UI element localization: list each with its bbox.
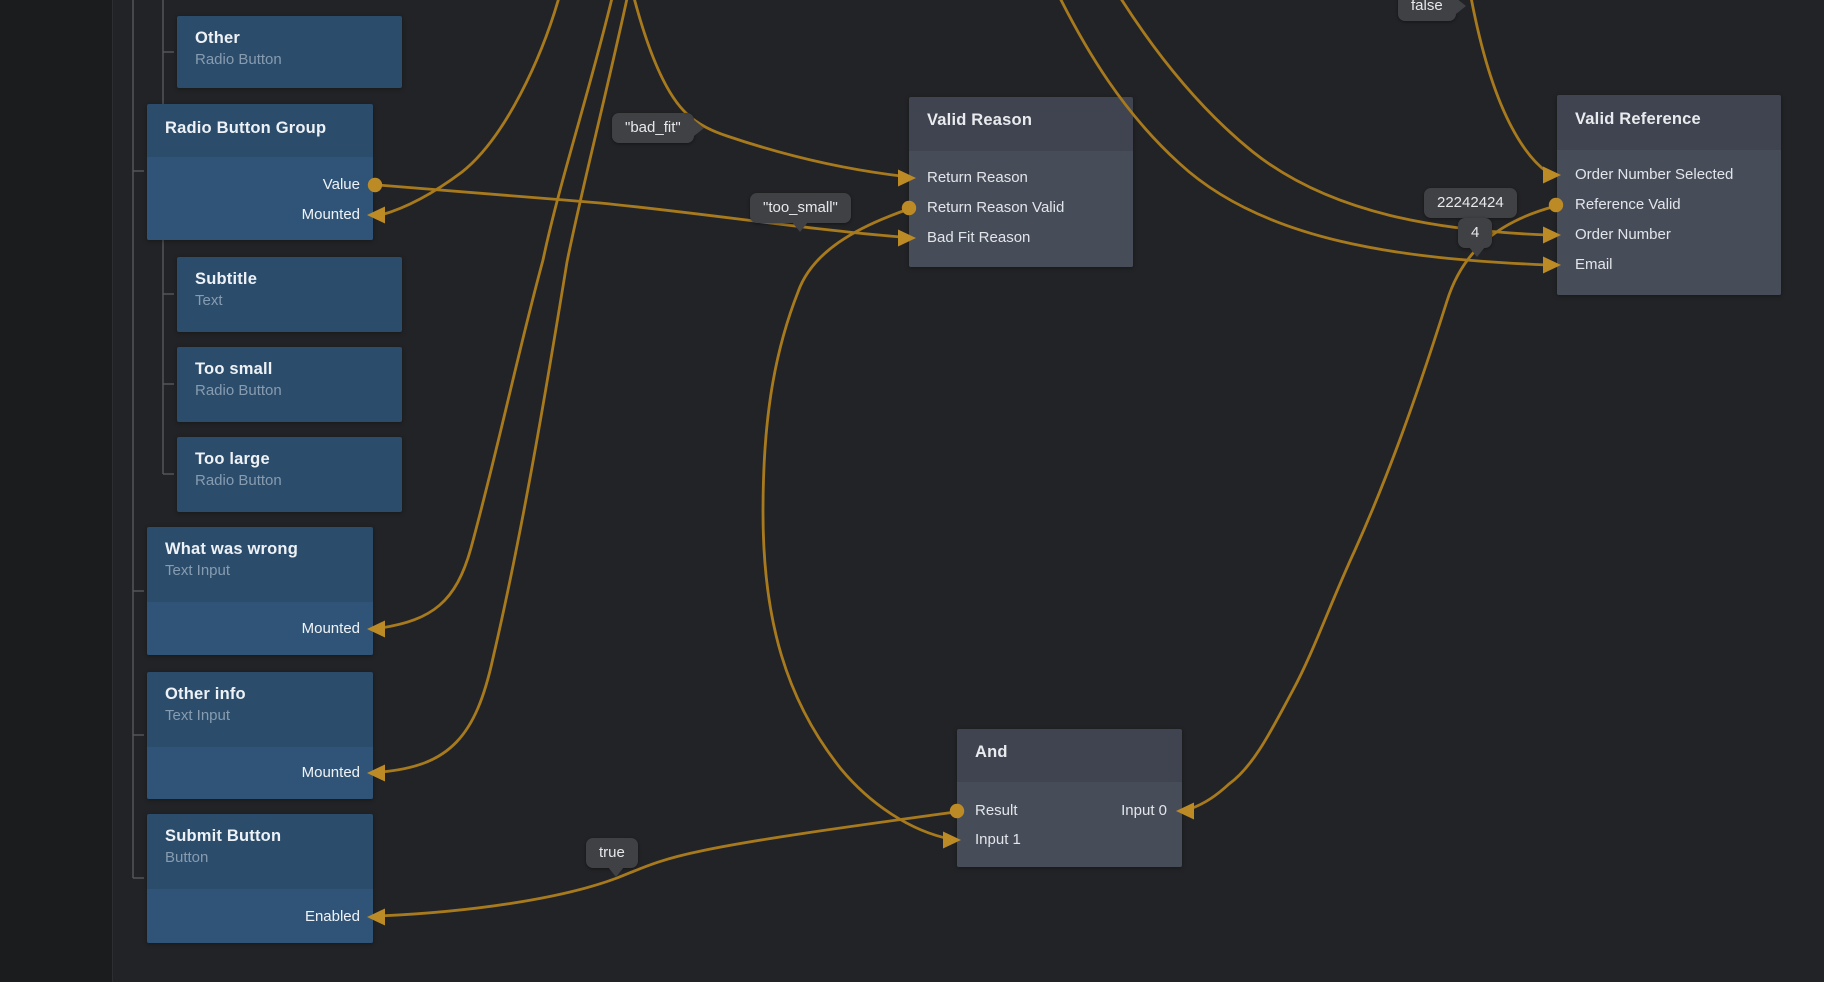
- port-label: Input 1: [975, 831, 1021, 848]
- node-type-label: Text Input: [165, 707, 355, 724]
- node-header: Other Radio Button: [177, 16, 402, 68]
- node-title: Submit Button: [165, 827, 355, 846]
- port-order-number[interactable]: Order Number: [1557, 220, 1781, 250]
- node-header: Other info Text Input: [147, 672, 373, 724]
- wire-value-tooltip-false: false: [1398, 0, 1456, 21]
- node-radio-button-group[interactable]: Radio Button Group Value Mounted: [147, 104, 373, 240]
- wire-value-text: 4: [1471, 224, 1479, 241]
- wire-value-tooltip-too-small: "too_small": [750, 193, 851, 223]
- node-title: Radio Button Group: [165, 119, 355, 138]
- wire-to-radio-group-mounted[interactable]: [381, 0, 560, 215]
- node-header: Too large Radio Button: [177, 437, 402, 489]
- wire-value-text: true: [599, 844, 625, 861]
- node-title: Too small: [195, 360, 384, 379]
- node-title: What was wrong: [165, 540, 355, 559]
- node-type-label: Radio Button: [195, 472, 384, 489]
- port-enabled[interactable]: Enabled: [147, 902, 373, 932]
- tooltip-tail: [1456, 0, 1466, 14]
- wire-to-what-was-wrong-mounted[interactable]: [381, 0, 613, 628]
- port-label: Input 0: [1121, 802, 1167, 819]
- node-subtitle-text[interactable]: Subtitle Text: [177, 257, 402, 332]
- wire-reference-valid-to-and-input-0[interactable]: [1190, 206, 1556, 809]
- wire-value-tooltip-bad-fit: "bad_fit": [612, 113, 694, 143]
- port-bad-fit-reason[interactable]: Bad Fit Reason: [909, 223, 1133, 253]
- node-title: Valid Reason: [927, 111, 1115, 130]
- node-header: Too small Radio Button: [177, 347, 402, 399]
- wire-result-to-submit-enabled[interactable]: [379, 812, 955, 916]
- wire-value-text: "bad_fit": [625, 119, 681, 136]
- wire-value-tooltip-order-number: 22242424: [1424, 188, 1517, 218]
- node-title: Other: [195, 29, 384, 48]
- wire-value-tooltip-true: true: [586, 838, 638, 868]
- node-other-info[interactable]: Other info Text Input Mounted: [147, 672, 373, 799]
- wire-value-tooltip-email: 4: [1458, 218, 1492, 248]
- port-label: Mounted: [302, 764, 360, 781]
- port-label: Order Number Selected: [1575, 166, 1733, 183]
- node-too-small-radio-button[interactable]: Too small Radio Button: [177, 347, 402, 422]
- port-mounted[interactable]: Mounted: [147, 614, 373, 644]
- node-type-label: Button: [165, 849, 355, 866]
- wire-to-other-info-mounted[interactable]: [381, 0, 628, 772]
- wire-value-text: "too_small": [763, 199, 838, 216]
- port-return-reason-valid[interactable]: Return Reason Valid: [909, 193, 1133, 223]
- node-title: Subtitle: [195, 270, 384, 289]
- node-header: What was wrong Text Input: [147, 527, 373, 579]
- wire-value-text: 22242424: [1437, 194, 1504, 211]
- tooltip-tail: [608, 867, 624, 877]
- port-email[interactable]: Email: [1557, 250, 1781, 280]
- node-header: Subtitle Text: [177, 257, 402, 309]
- wire-return-reason-valid-to-and-input-1[interactable]: [763, 209, 950, 839]
- node-graph-canvas[interactable]: Other Radio Button Radio Button Group Va…: [0, 0, 1824, 982]
- left-panel-edge: [0, 0, 113, 982]
- port-label: Return Reason Valid: [927, 199, 1064, 216]
- node-title: Valid Reference: [1575, 110, 1763, 129]
- node-header: Submit Button Button: [147, 814, 373, 866]
- node-header: Valid Reference: [1557, 95, 1781, 129]
- node-title: Other info: [165, 685, 355, 704]
- port-input-1[interactable]: Input 1: [957, 825, 1182, 855]
- node-type-label: Text Input: [165, 562, 355, 579]
- port-reference-valid[interactable]: Reference Valid: [1557, 190, 1781, 220]
- node-valid-reference[interactable]: Valid Reference Order Number Selected Re…: [1557, 95, 1781, 295]
- port-label: Mounted: [302, 620, 360, 637]
- wire-false-to-order-number-selected[interactable]: [1470, 0, 1547, 172]
- wire-value-text: false: [1411, 0, 1443, 14]
- port-label: Order Number: [1575, 226, 1671, 243]
- port-mounted[interactable]: Mounted: [147, 200, 373, 230]
- tooltip-tail: [792, 222, 808, 232]
- port-input-0[interactable]: Input 0: [957, 796, 1182, 826]
- port-label: Email: [1575, 256, 1613, 273]
- port-value[interactable]: Value: [147, 170, 373, 200]
- node-what-was-wrong[interactable]: What was wrong Text Input Mounted: [147, 527, 373, 655]
- port-label: Mounted: [302, 206, 360, 223]
- node-too-large-radio-button[interactable]: Too large Radio Button: [177, 437, 402, 512]
- port-label: Bad Fit Reason: [927, 229, 1030, 246]
- port-label: Value: [323, 176, 360, 193]
- node-submit-button[interactable]: Submit Button Button Enabled: [147, 814, 373, 943]
- node-header: And: [957, 729, 1182, 762]
- port-label: Reference Valid: [1575, 196, 1681, 213]
- node-header: Valid Reason: [909, 97, 1133, 130]
- port-label: Enabled: [305, 908, 360, 925]
- port-return-reason[interactable]: Return Reason: [909, 163, 1133, 193]
- node-header: Radio Button Group: [147, 104, 373, 138]
- node-and[interactable]: And Result Input 1 Input 0: [957, 729, 1182, 867]
- node-valid-reason[interactable]: Valid Reason Return Reason Return Reason…: [909, 97, 1133, 267]
- wire-bad-fit-to-return-reason[interactable]: [633, 0, 901, 176]
- port-mounted[interactable]: Mounted: [147, 758, 373, 788]
- port-label: Return Reason: [927, 169, 1028, 186]
- node-type-label: Text: [195, 292, 384, 309]
- tooltip-tail: [694, 120, 704, 136]
- node-title: And: [975, 743, 1164, 762]
- port-order-number-selected[interactable]: Order Number Selected: [1557, 160, 1781, 190]
- tooltip-tail: [1469, 247, 1485, 257]
- node-other-radio-button[interactable]: Other Radio Button: [177, 16, 402, 88]
- node-title: Too large: [195, 450, 384, 469]
- node-type-label: Radio Button: [195, 51, 384, 68]
- node-type-label: Radio Button: [195, 382, 384, 399]
